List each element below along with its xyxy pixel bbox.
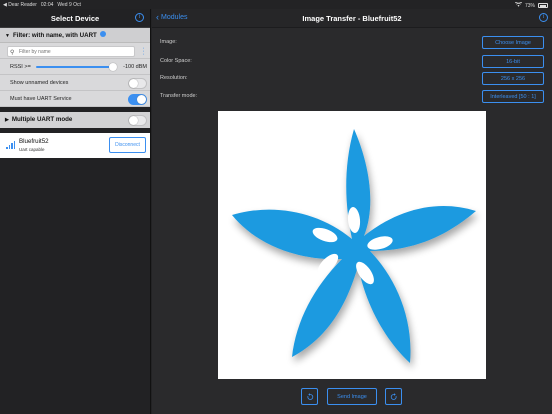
rssi-label: RSSI >=: [10, 64, 31, 70]
multiple-uart-label: Multiple UART mode: [11, 116, 73, 123]
rssi-row: RSSI >= -100 dBM: [0, 59, 150, 75]
page-title: Image Transfer - Bluefruit52: [302, 14, 402, 23]
info-icon[interactable]: i: [135, 13, 144, 22]
rssi-slider-knob[interactable]: [109, 63, 117, 71]
search-row: ⚲ ···: [0, 43, 150, 59]
must-have-uart-row: Must have UART Service: [0, 91, 150, 107]
info-icon[interactable]: i: [539, 13, 548, 22]
image-preview: [218, 111, 486, 379]
color-space-button[interactable]: 16-bit: [482, 55, 544, 68]
color-space-label: Color Space:: [160, 58, 192, 64]
more-options-icon[interactable]: · · ·: [142, 45, 145, 58]
show-unnamed-label: Show unnamed devices: [10, 80, 69, 86]
expand-triangle-icon: ▶: [5, 117, 9, 123]
filter-section: ▼Filter: with name, with UART ⚲ ··· RSSI…: [0, 28, 150, 107]
rotate-left-icon: [306, 392, 313, 400]
filter-name-input[interactable]: [19, 48, 129, 56]
battery-percent: 73%: [524, 2, 535, 9]
device-subtitle: Uart capable: [19, 147, 45, 152]
resolution-button[interactable]: 256 x 256: [482, 72, 544, 85]
image-transfer-panel: ‹ Modules Image Transfer - Bluefruit52 i…: [152, 9, 552, 414]
rssi-slider[interactable]: [36, 63, 117, 71]
rssi-value: -100 dBM: [123, 64, 147, 70]
resolution-label: Resolution:: [160, 75, 188, 81]
adafruit-flower-logo: [232, 129, 476, 363]
transfer-mode-button[interactable]: Interleaved [50 : 1]: [482, 90, 544, 103]
multiple-uart-toggle[interactable]: [128, 115, 147, 126]
wifi-icon: [514, 1, 522, 9]
transfer-mode-label: Transfer mode:: [160, 93, 198, 99]
signal-strength-icon: [6, 141, 15, 149]
device-name: Bluefruit52: [19, 138, 49, 145]
bottom-toolbar: Send Image: [152, 388, 552, 406]
clock: 02:04: [40, 2, 54, 8]
rotate-right-icon: [390, 392, 397, 400]
search-field[interactable]: ⚲: [7, 46, 135, 57]
back-to-app-link[interactable]: ◀ Dear Reader: [3, 2, 37, 8]
show-unnamed-toggle[interactable]: [128, 78, 147, 89]
image-param-label: Image:: [160, 39, 177, 45]
multiple-uart-row: ▶ Multiple UART mode: [0, 112, 150, 128]
rotate-left-button[interactable]: [301, 388, 318, 405]
must-have-uart-toggle[interactable]: [128, 94, 147, 105]
filter-active-dot-icon[interactable]: [99, 31, 106, 38]
app-window: ◀ Dear Reader 02:04 Wed 9 Oct 73% Select…: [0, 0, 552, 414]
search-icon: ⚲: [10, 49, 15, 56]
collapse-triangle-icon: ▼: [5, 33, 10, 39]
device-selection-panel: Select Device i ▼ Filter: with name, with…: [0, 9, 151, 414]
device-panel-header: Select Device i: [0, 9, 150, 28]
device-list-item[interactable]: Bluefruit52 Uart capable Disconnect: [0, 133, 150, 158]
image-transfer-header: ‹ Modules Image Transfer - Bluefruit52 i: [152, 9, 552, 28]
disconnect-button[interactable]: Disconnect: [109, 137, 146, 153]
device-panel-title: Select Device: [50, 14, 100, 23]
status-bar: ◀ Dear Reader 02:04 Wed 9 Oct 73%: [0, 0, 552, 9]
show-unnamed-row: Show unnamed devices: [0, 75, 150, 91]
battery-icon: [538, 3, 548, 8]
filter-title: Filter: with name, with UART: [12, 32, 97, 39]
date: Wed 9 Oct: [57, 2, 81, 8]
choose-image-button[interactable]: Choose Image: [482, 36, 544, 49]
filter-header[interactable]: ▼ Filter: with name, with UART: [0, 28, 150, 43]
send-image-button[interactable]: Send Image: [327, 388, 377, 405]
rotate-right-button[interactable]: [385, 388, 402, 405]
must-have-uart-label: Must have UART Service: [10, 96, 72, 102]
